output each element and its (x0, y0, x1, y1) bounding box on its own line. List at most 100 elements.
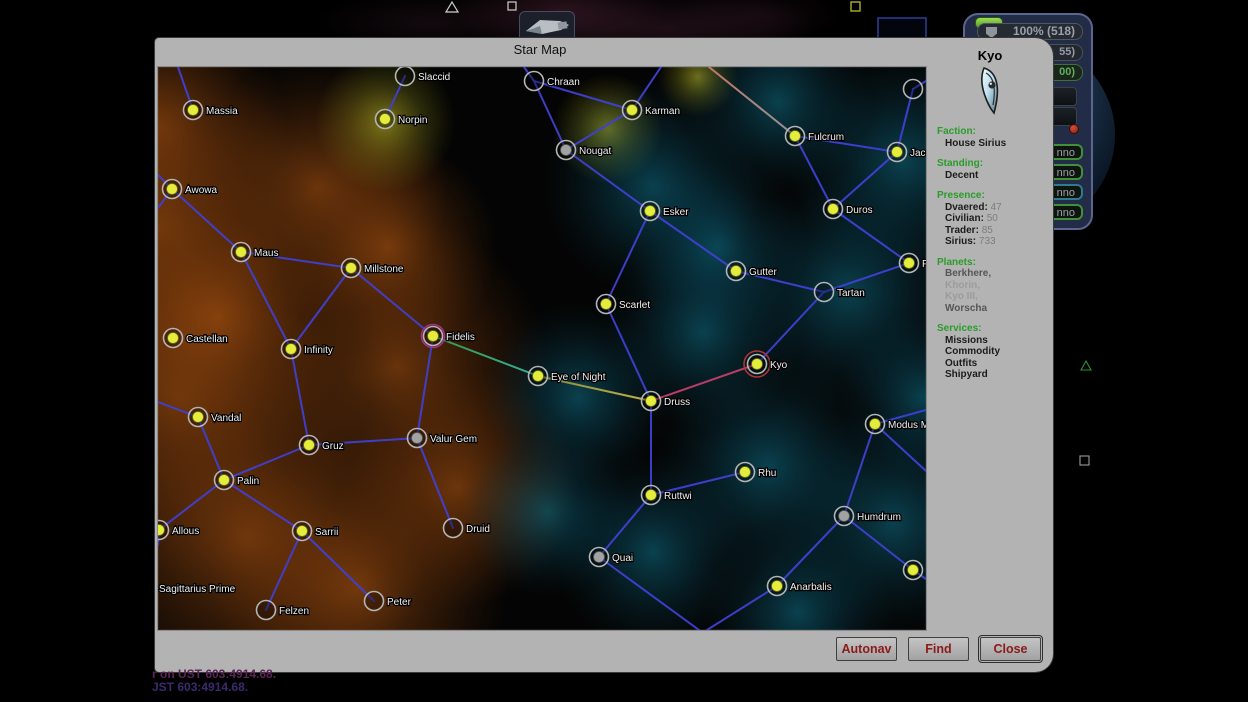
system-label: Peter (387, 597, 412, 608)
radar-square-icon (507, 1, 517, 11)
faction-value: House Sirius (945, 138, 1053, 150)
map-system-re-yellow[interactable] (904, 561, 923, 580)
service-item: Missions (945, 335, 1053, 347)
map-system-chraan[interactable]: Chraan (525, 72, 580, 91)
nebula-blob (628, 157, 808, 337)
log-line: JST 603:4914.68. (152, 681, 276, 694)
system-label: Chraan (547, 77, 580, 88)
system-label: Palin (237, 476, 259, 487)
target-square-icon (850, 1, 861, 12)
system-label: Rhu (758, 468, 776, 479)
presence-faction: Sirius: (945, 236, 976, 247)
star-map-dialog: Star Map (155, 38, 1053, 672)
system-label: Druid (466, 524, 490, 535)
alert-dot (1069, 124, 1079, 134)
presence-row: Dvaered: 47 (945, 202, 1053, 214)
close-button[interactable]: Close (980, 637, 1041, 661)
weapon-slot-label: nno (1057, 167, 1075, 179)
map-system-sagittarius-prime[interactable]: Sagittarius Prime (159, 584, 236, 595)
system-label: Tartan (837, 288, 865, 299)
system-label: Castellan (186, 334, 228, 345)
presence-faction: Civilian: (945, 213, 984, 224)
system-label: Modus M (888, 420, 926, 431)
presence-value: 85 (982, 225, 993, 236)
system-label: Vandal (211, 413, 241, 424)
autonav-button[interactable]: Autonav (836, 637, 897, 661)
system-label: Druss (664, 397, 690, 408)
radar-triangle-icon (445, 1, 459, 13)
service-item: Commodity (945, 346, 1053, 358)
ship-icon (520, 12, 574, 41)
system-label: Scarlet (619, 300, 650, 311)
weapon-slot-label: nno (1057, 147, 1075, 159)
presence-label: Presence: (937, 190, 1053, 202)
system-info-sidebar: Kyo Faction: House Sirius Standing: Dece… (927, 44, 1053, 634)
presence-row: Sirius: 733 (945, 236, 1053, 248)
services-label: Services: (937, 323, 1053, 335)
system-label: Humdrum (857, 512, 901, 523)
message-log: r on UST 603:4914.68. JST 603:4914.68. (152, 668, 276, 694)
energy-value: 00) (1059, 66, 1075, 78)
system-label: Valur Gem (430, 434, 477, 445)
planet-item: Worscha (945, 303, 1053, 315)
system-label: Awowa (185, 185, 217, 196)
system-label: Slaccid (418, 72, 450, 83)
system-label: Millstone (364, 264, 404, 275)
system-label: Eye of Night (551, 372, 606, 383)
presence-faction: Dvaered: (945, 202, 988, 213)
system-label: Sarrii (315, 527, 338, 538)
system-label: Fulcrum (808, 132, 844, 143)
service-item: Outfits (945, 358, 1053, 370)
nebula-blob (463, 427, 633, 597)
presence-row: Trader: 85 (945, 225, 1053, 237)
system-label: Karman (645, 106, 680, 117)
service-item: Shipyard (945, 369, 1053, 381)
planet-item: Khorin, (945, 280, 1053, 292)
shield-icon (986, 27, 997, 38)
selected-system-name: Kyo (927, 48, 1053, 63)
presence-value: 733 (979, 236, 996, 247)
system-label: Esker (663, 207, 689, 218)
planet-item: Kyo III, (945, 291, 1053, 303)
faction-label: Faction: (937, 126, 1053, 138)
system-label: Nougat (579, 146, 611, 157)
system-label: Quai (612, 553, 633, 564)
system-label: Norpin (398, 115, 427, 126)
presence-row: Civilian: 50 (945, 213, 1053, 225)
system-label: Anarbalis (790, 582, 832, 593)
system-label: Sagittarius Prime (159, 584, 236, 595)
presence-value: 47 (991, 202, 1002, 213)
game-screen: 100% (518) 55) 00) nno nno nno nno Star … (0, 0, 1248, 702)
planets-label: Planets: (937, 257, 1053, 269)
system-label: Gutter (749, 267, 777, 278)
system-label: Fidelis (446, 332, 475, 343)
star-map-canvas[interactable]: Massia Slaccid Norpin Chraan Karman Nougat Ful… (158, 67, 926, 630)
system-label: Gruz (322, 441, 344, 452)
system-label: Felzen (279, 606, 309, 617)
system-label: Kyo (770, 360, 788, 371)
planet-item: Berkhere, (945, 268, 1053, 280)
presence-value: 50 (987, 213, 998, 224)
map-viewport[interactable]: Massia Slaccid Norpin Chraan Karman Nougat Ful… (157, 66, 927, 631)
dialog-title: Star Map (155, 42, 925, 57)
system-label: Infinity (304, 345, 333, 356)
system-label: Allous (172, 526, 199, 537)
system-label: Ruttwi (664, 491, 692, 502)
find-button[interactable]: Find (908, 637, 969, 661)
system-label: Duros (846, 205, 873, 216)
standing-label: Standing: (937, 158, 1053, 170)
house-sirius-crest-icon (967, 65, 1013, 117)
radar-green-triangle-icon (1080, 360, 1092, 371)
weapon-slot-label: nno (1057, 207, 1075, 219)
standing-value: Decent (945, 170, 1053, 182)
radar-gray-square-icon (1079, 455, 1090, 466)
shield-value: 100% (518) (1013, 24, 1075, 38)
map-system-circle-nw[interactable] (904, 80, 923, 99)
system-label: Jac (910, 148, 926, 159)
weapon-slot-label: nno (1057, 187, 1075, 199)
system-label: F (922, 259, 926, 270)
system-label: Massia (206, 106, 238, 117)
system-label: Maus (254, 248, 278, 259)
presence-faction: Trader: (945, 225, 979, 236)
armour-value: 55) (1059, 46, 1075, 58)
